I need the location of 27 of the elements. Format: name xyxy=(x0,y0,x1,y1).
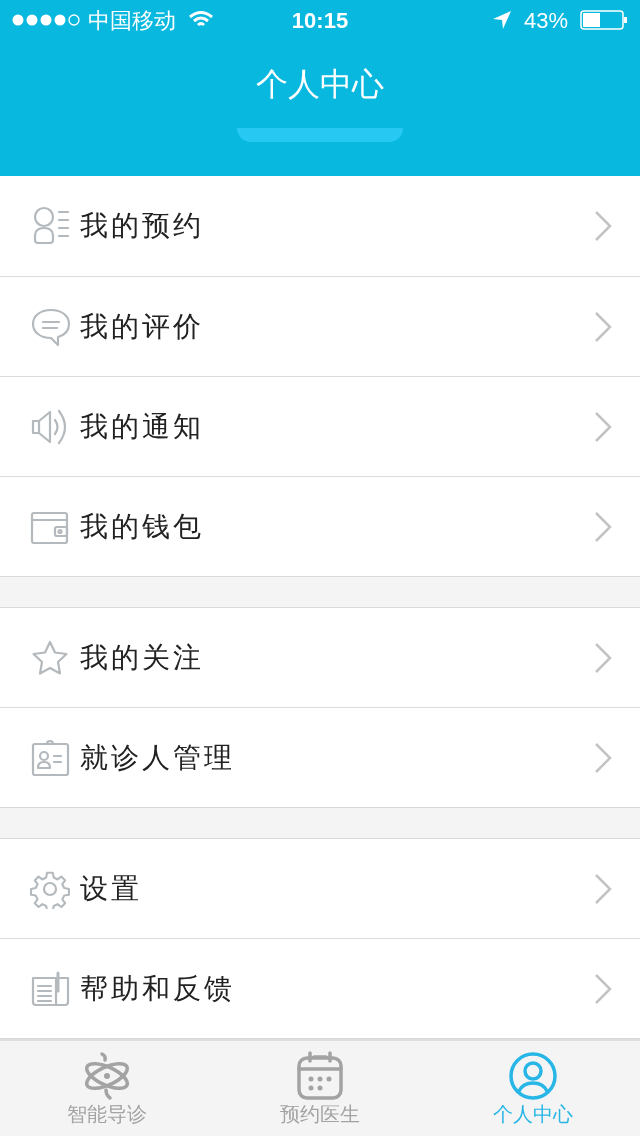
battery-percent: 43% xyxy=(523,6,568,35)
chevron-icon xyxy=(594,741,612,774)
menu-label: 设置 xyxy=(80,870,142,907)
menu-label: 就诊人管理 xyxy=(80,739,235,776)
chevron-icon xyxy=(594,210,612,243)
location-icon xyxy=(491,10,512,30)
person-circle-icon xyxy=(508,1051,559,1102)
chat-icon xyxy=(30,306,72,347)
chevron-icon xyxy=(594,410,612,443)
calendar-icon xyxy=(295,1051,345,1102)
menu-label: 我的评价 xyxy=(80,308,204,345)
menu-label: 帮助和反馈 xyxy=(80,970,235,1007)
signal-icon xyxy=(12,13,80,27)
menu-label: 我的通知 xyxy=(80,408,204,445)
chevron-icon xyxy=(594,872,612,905)
page-title: 个人中心 xyxy=(256,64,384,105)
menu-label: 我的钱包 xyxy=(80,508,204,545)
chevron-icon xyxy=(594,510,612,543)
status-time: 10:15 xyxy=(291,6,349,35)
menu-label: 我的关注 xyxy=(80,639,204,676)
chevron-icon xyxy=(594,310,612,343)
menu-label: 我的预约 xyxy=(80,208,204,245)
id-card-icon xyxy=(30,737,70,778)
chevron-icon xyxy=(594,972,612,1005)
carrier-name: 中国移动 xyxy=(88,6,176,35)
battery-icon xyxy=(580,10,628,30)
chevron-icon xyxy=(594,641,612,674)
